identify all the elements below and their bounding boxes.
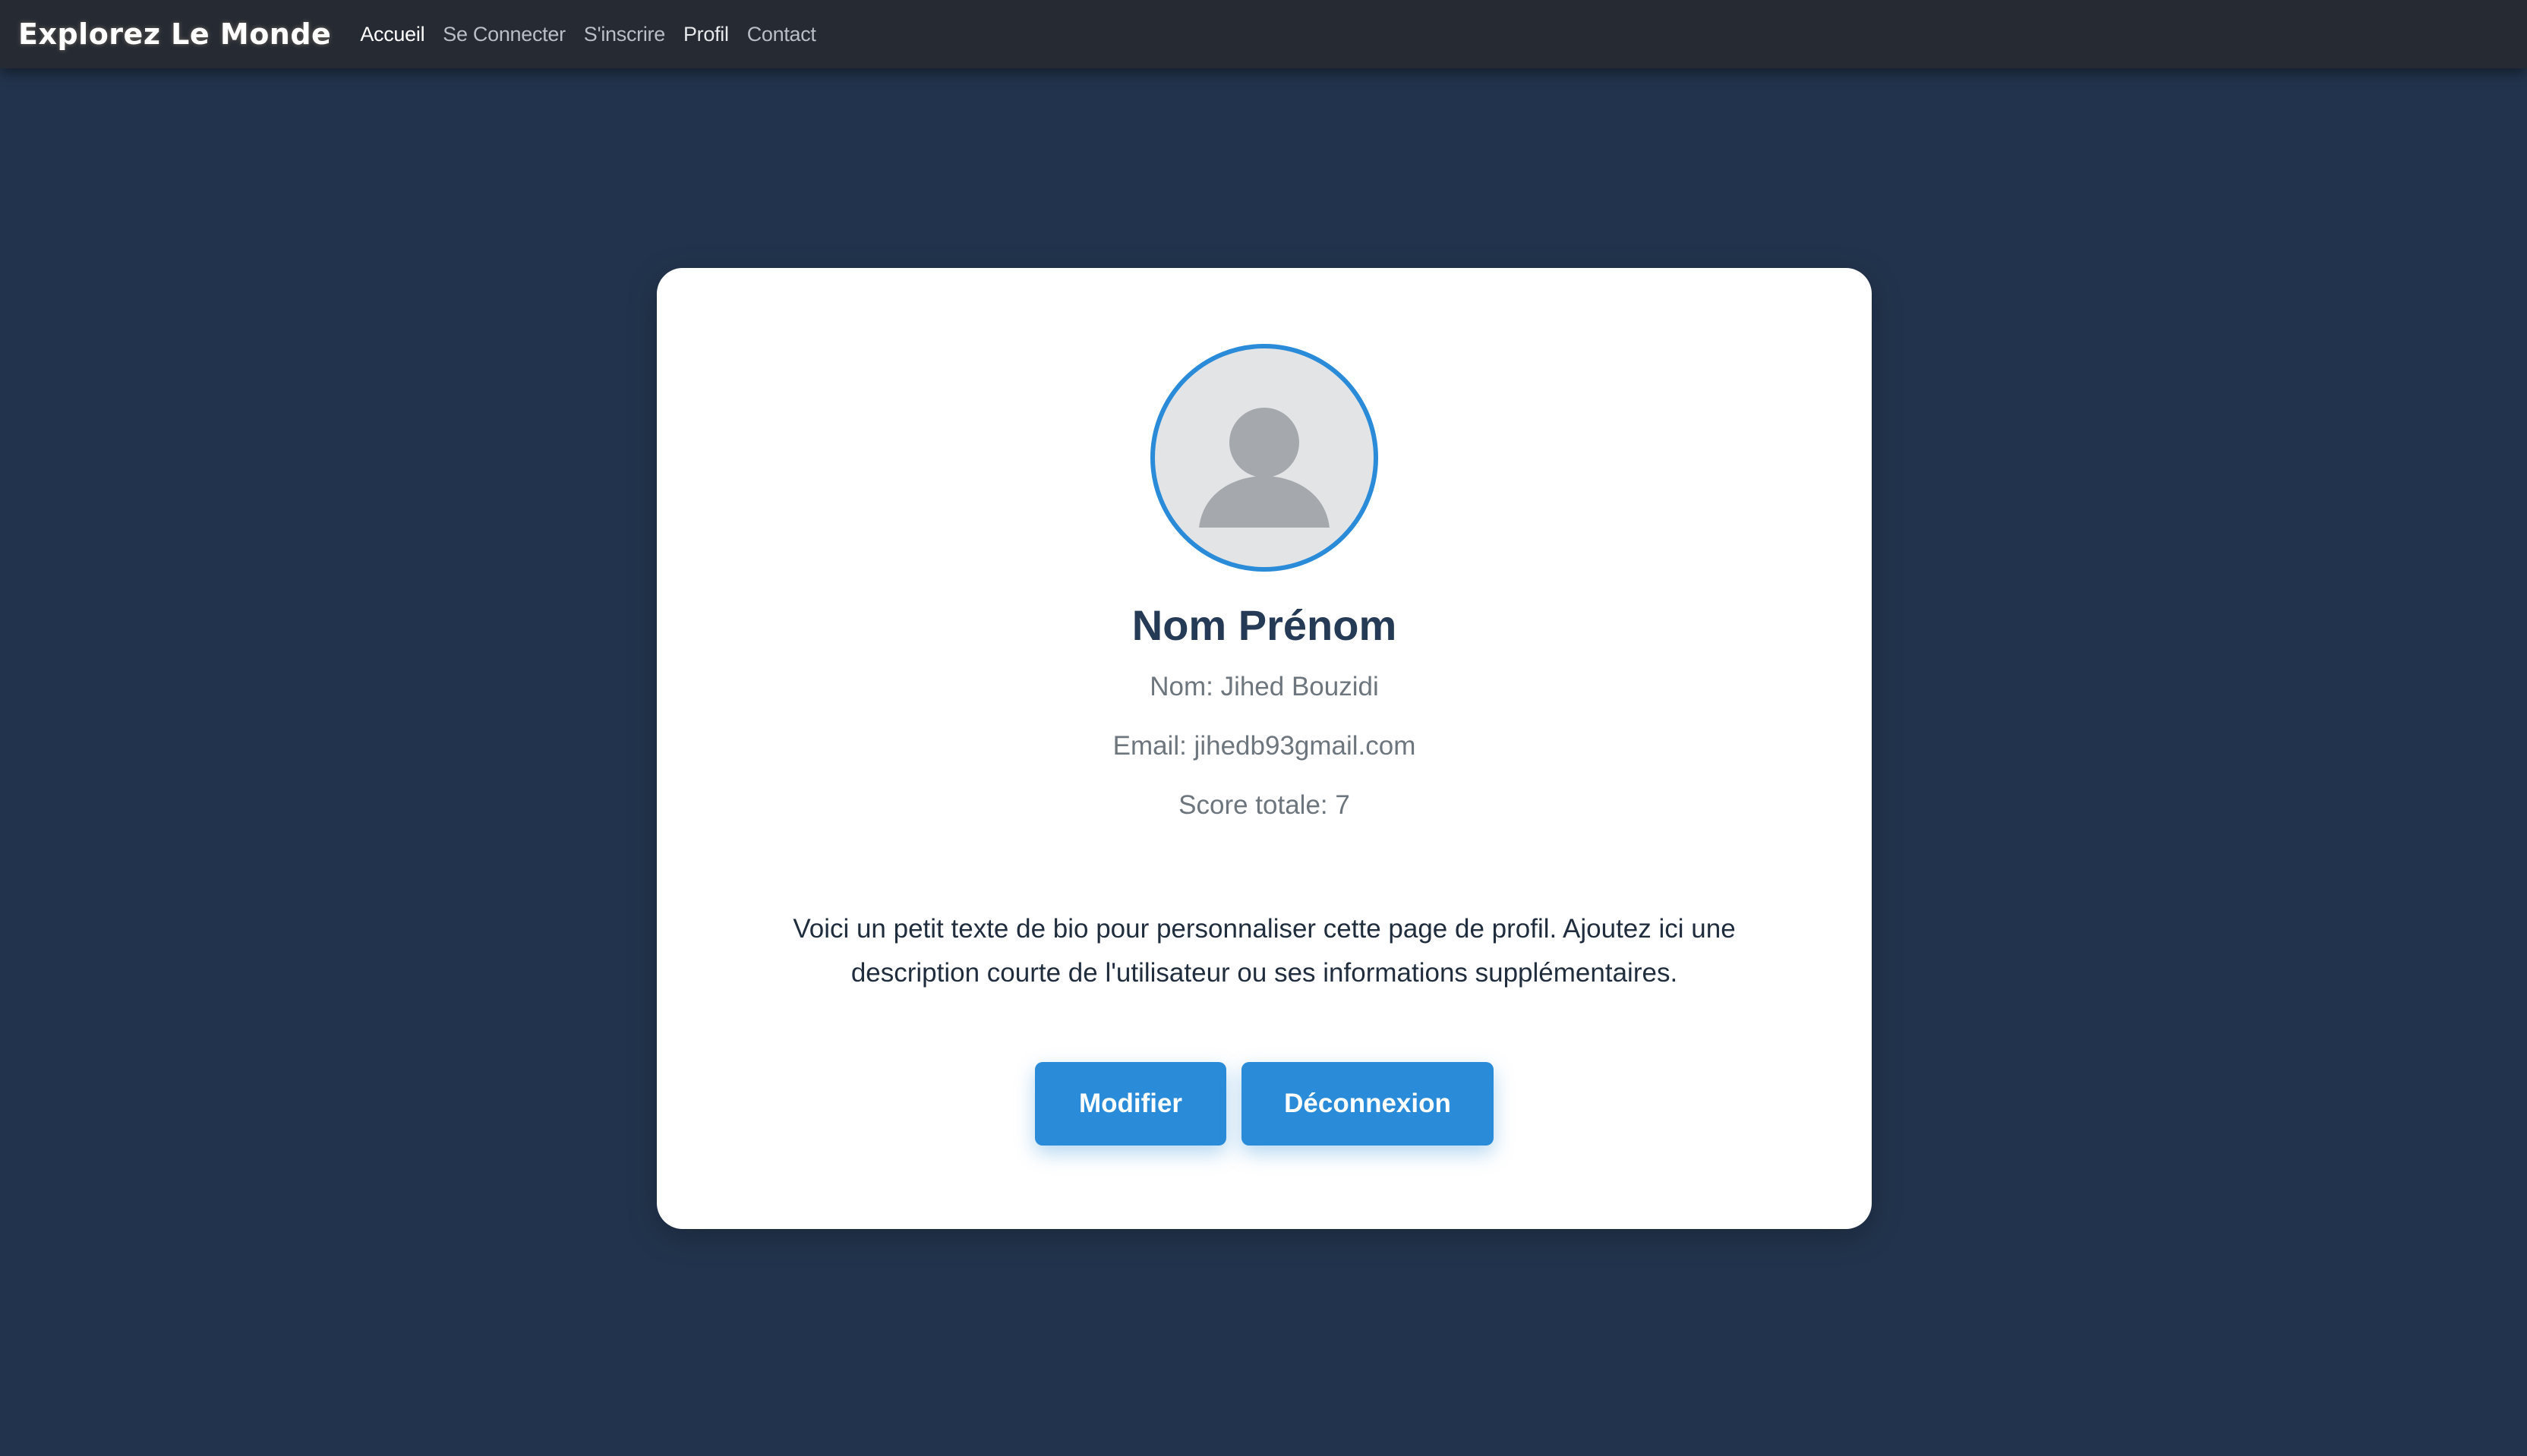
nav-link-sinscrire[interactable]: S'inscrire [584, 23, 665, 46]
top-navbar: Explorez Le Monde Accueil Se Connecter S… [0, 0, 2527, 68]
profile-card: Nom Prénom Nom: Jihed Bouzidi Email: jih… [657, 268, 1872, 1229]
nav-link-contact[interactable]: Contact [747, 23, 816, 46]
logout-button[interactable]: Déconnexion [1241, 1062, 1494, 1146]
profile-score-line: Score totale: 7 [1178, 790, 1350, 820]
user-avatar-icon [1150, 344, 1378, 572]
profile-name-line: Nom: Jihed Bouzidi [1150, 672, 1379, 701]
brand-logo-text[interactable]: Explorez Le Monde [18, 17, 331, 51]
nav-links: Accueil Se Connecter S'inscrire Profil C… [360, 23, 834, 46]
nav-link-accueil[interactable]: Accueil [360, 23, 424, 46]
profile-title: Nom Prénom [1131, 601, 1397, 649]
profile-email-line: Email: jihedb93gmail.com [1112, 731, 1416, 761]
edit-profile-button[interactable]: Modifier [1035, 1062, 1226, 1146]
avatar-silhouette [1199, 408, 1330, 528]
nav-link-se-connecter[interactable]: Se Connecter [443, 23, 566, 46]
profile-bio: Voici un petit texte de bio pour personn… [793, 914, 1736, 988]
nav-link-profil[interactable]: Profil [683, 23, 729, 46]
